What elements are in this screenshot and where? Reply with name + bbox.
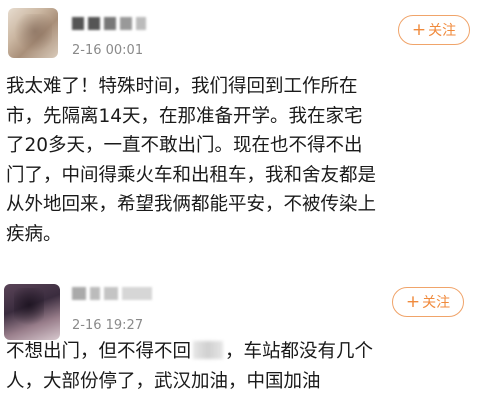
user-avatar-icon[interactable] <box>4 284 60 340</box>
comment-text: 不想出门，但不得不回 ，车站都没有几个 人，大部份停了，武汉加油，中国加油 <box>6 337 476 396</box>
username-blurred[interactable] <box>72 17 146 30</box>
comment-line: 人，大部份停了，武汉加油，中国加油 <box>6 370 321 392</box>
username-blurred[interactable] <box>72 287 152 300</box>
plus-icon: + <box>405 291 421 312</box>
follow-button[interactable]: + 关注 <box>398 15 470 45</box>
comment-line: 了20多天，一直不敢出门。现在也不得不出 <box>6 135 363 156</box>
user-avatar-icon[interactable] <box>8 8 58 58</box>
timestamp: 2-16 00:01 <box>72 43 144 58</box>
follow-button-label: 关注 <box>422 295 451 311</box>
plus-icon: + <box>411 19 427 40</box>
comment-text: 我太难了！特殊时间，我们得回到工作所在 市，先隔离14天，在那准备开学。我在家宅… <box>6 72 476 249</box>
blurred-text <box>193 341 224 359</box>
follow-button-label: 关注 <box>428 23 457 39</box>
comment-fragment: 不想出门，但不得不回 <box>6 341 192 362</box>
comment-line: 我太难了！特殊时间，我们得回到工作所在 <box>6 76 358 97</box>
comment-line: 疾病。 <box>6 223 62 245</box>
follow-button[interactable]: + 关注 <box>392 287 464 317</box>
timestamp: 2-16 19:27 <box>72 318 144 333</box>
comment-line: 从外地回来，希望我俩都能平安，不被传染上 <box>6 194 377 215</box>
comment-line: 市，先隔离14天，在那准备开学。我在家宅 <box>6 105 363 127</box>
comment-fragment: ，车站都没有几个 <box>225 341 374 362</box>
comment-line: 门了，中间得乘火车和出租车，我和舍友都是 <box>6 164 377 186</box>
comment-line: 不想出门，但不得不回 ，车站都没有几个 <box>6 337 476 367</box>
